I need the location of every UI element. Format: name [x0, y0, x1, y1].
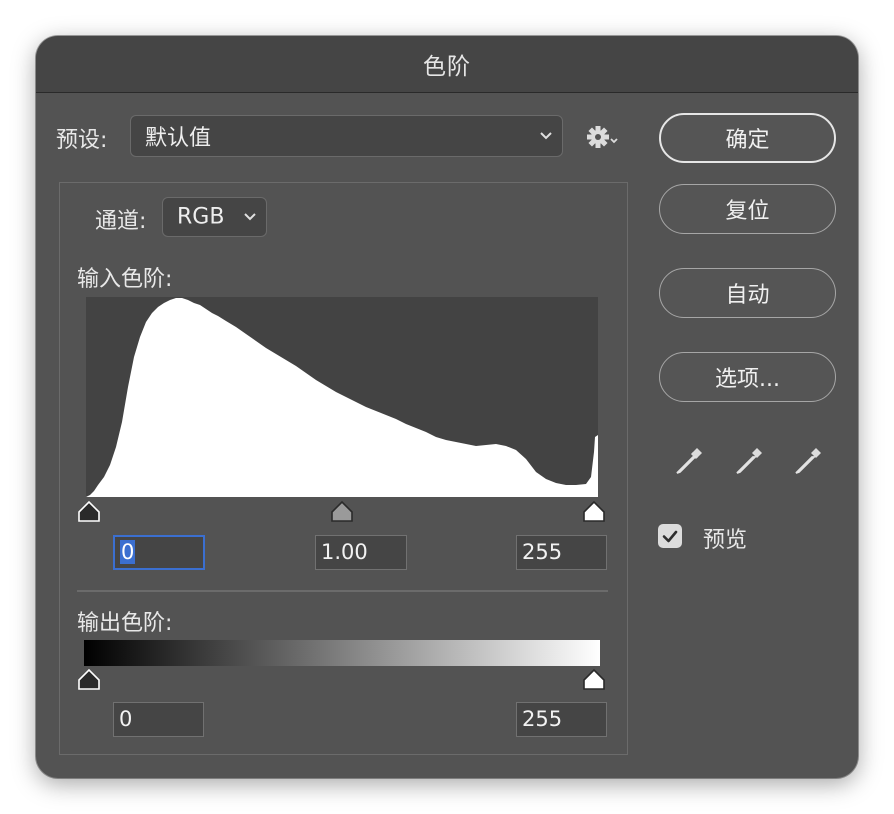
gear-icon[interactable] — [586, 124, 622, 150]
input-white-field[interactable]: 255 — [516, 535, 607, 570]
preset-value: 默认值 — [145, 126, 212, 151]
preview-checkbox[interactable] — [658, 524, 682, 548]
output-levels-label: 输出色阶: — [77, 611, 173, 636]
white-point-eyedropper-icon[interactable] — [792, 445, 824, 477]
chevron-down-icon — [540, 132, 552, 140]
input-white-point-slider[interactable] — [581, 500, 607, 522]
preview-label: 预览 — [703, 528, 748, 553]
output-gradient-bar — [84, 640, 600, 666]
gray-point-eyedropper-icon[interactable] — [733, 445, 765, 477]
options-button[interactable]: 选项... — [659, 352, 836, 402]
output-black-field[interactable]: 0 — [113, 702, 204, 737]
input-gamma-slider[interactable] — [329, 500, 355, 522]
histogram — [86, 297, 598, 497]
auto-button[interactable]: 自动 — [659, 268, 836, 318]
input-gamma-field[interactable]: 1.00 — [315, 535, 407, 570]
preset-label: 预设: — [56, 128, 108, 153]
reset-button[interactable]: 复位 — [659, 184, 836, 234]
black-point-eyedropper-icon[interactable] — [673, 445, 705, 477]
input-black-field[interactable]: 0 — [113, 535, 205, 570]
ok-button[interactable]: 确定 — [659, 113, 836, 163]
channel-value: RGB — [177, 204, 225, 230]
channel-select[interactable]: RGB — [162, 197, 267, 237]
output-white-point-slider[interactable] — [581, 668, 607, 690]
preset-select[interactable]: 默认值 — [130, 115, 563, 157]
channel-label: 通道: — [95, 209, 147, 234]
input-black-value: 0 — [120, 540, 136, 564]
input-levels-label: 输入色阶: — [77, 267, 173, 292]
output-white-field[interactable]: 255 — [516, 702, 607, 737]
output-black-point-slider[interactable] — [76, 668, 102, 690]
chevron-down-icon — [244, 213, 256, 221]
dialog-title: 色阶 — [36, 36, 858, 93]
input-black-point-slider[interactable] — [76, 500, 102, 522]
checkmark-icon — [662, 530, 678, 543]
levels-divider — [77, 590, 608, 592]
